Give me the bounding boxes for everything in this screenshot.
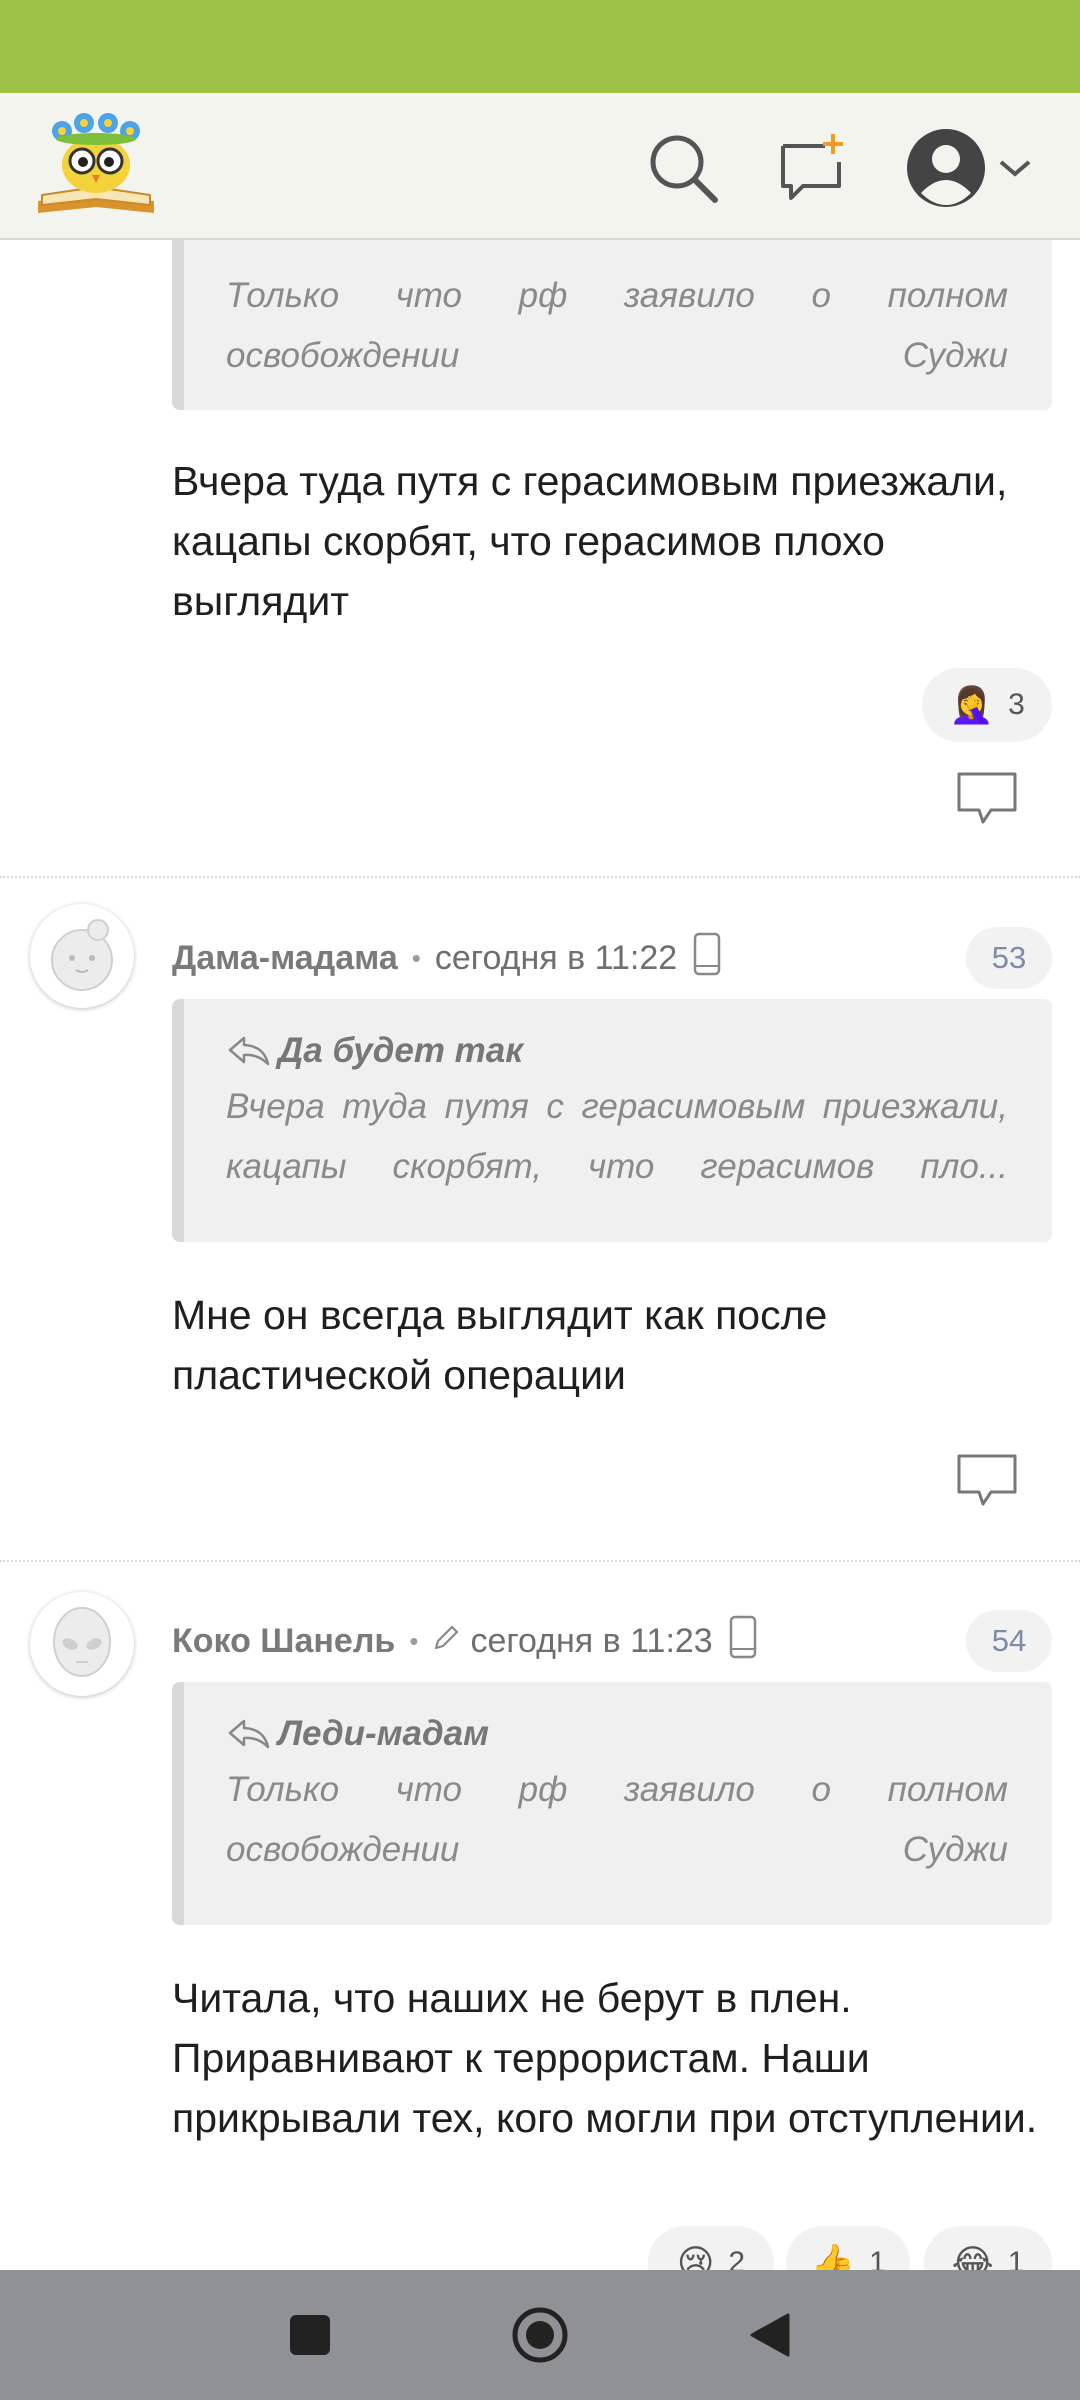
quote-header: Леди-мадам — [226, 1708, 1008, 1760]
quote-author — [226, 240, 1008, 266]
quote-text: Вчера туда путя с герасимовым приезжали,… — [226, 1087, 1008, 1186]
reply-arrow-icon — [228, 1036, 270, 1066]
comment-time: сегодня в 11:23 — [470, 1621, 713, 1660]
reaction-count: 3 — [1008, 688, 1025, 721]
comment-meta: Коко Шанель • сегодня в 11:23 — [172, 1611, 757, 1671]
quoted-comment[interactable]: Леди-мадам Только что рф заявило о полно… — [172, 1682, 1052, 1925]
reaction-count: 1 — [1007, 2246, 1025, 2270]
phone-icon — [729, 1615, 757, 1668]
avatar[interactable] — [30, 904, 134, 1008]
comment-author[interactable]: Дама-мадама — [172, 939, 398, 978]
reaction-count: 2 — [728, 2246, 746, 2270]
pencil-icon — [432, 1622, 460, 1661]
comment-number-badge[interactable]: 53 — [966, 927, 1052, 989]
owl-reading-book-logo-icon — [38, 113, 154, 213]
system-nav-bar — [0, 2270, 1080, 2400]
site-logo[interactable] — [32, 109, 160, 221]
comment-meta: Дама-мадама • сегодня в 11:22 — [172, 928, 721, 988]
status-bar — [0, 0, 1080, 93]
quoted-comment[interactable]: Только что рф заявило о полном освобожде… — [172, 240, 1052, 410]
reply-button[interactable] — [955, 1452, 1019, 1510]
search-button[interactable] — [638, 123, 728, 213]
comment-time: сегодня в 11:22 — [434, 938, 678, 977]
back-button[interactable] — [730, 2295, 810, 2375]
quote-header: Да будет так — [226, 1025, 1008, 1077]
avatar[interactable] — [30, 1592, 134, 1696]
reply-arrow-icon — [228, 1719, 270, 1749]
reply-bubble-icon — [957, 1454, 1017, 1506]
reaction-emoji: 🤦‍♀️ — [949, 684, 995, 725]
home-button[interactable] — [500, 2295, 580, 2375]
triangle-back-icon — [750, 2313, 790, 2357]
reaction-emoji: 😢 — [676, 2242, 715, 2270]
comment-body: Читала, что наших не берут в плен. Прира… — [172, 1975, 1038, 2141]
chevron-down-icon — [999, 160, 1031, 177]
comment-author[interactable]: Коко Шанель — [172, 1622, 395, 1661]
quote-author: Леди-мадам — [278, 1714, 489, 1753]
reaction-facepalm[interactable]: 🤦‍♀️ 3 — [922, 668, 1052, 742]
comment-item: Только что рф заявило о полном освобожде… — [0, 240, 1080, 880]
reply-bubble-icon — [957, 772, 1017, 824]
comments-feed: Только что рф заявило о полном освобожде… — [0, 240, 1080, 2270]
comment-item: Коко Шанель • сегодня в 11:23 54 Леди-ма… — [0, 1564, 1080, 2270]
meta-separator: • — [411, 942, 421, 973]
comment-item: Дама-мадама • сегодня в 11:22 53 Да буде… — [0, 880, 1080, 1560]
quoted-comment[interactable]: Да будет так Вчера туда путя с герасимов… — [172, 999, 1052, 1242]
quote-text: Только что рф заявило о полном освобожде… — [226, 1770, 1008, 1869]
quote-text: Только что рф заявило о полном освобожде… — [226, 276, 1008, 375]
user-avatar-icon — [907, 129, 985, 207]
reaction-emoji: 👍 — [810, 2242, 856, 2270]
reply-button[interactable] — [955, 770, 1019, 828]
comment-divider — [0, 876, 1080, 878]
recent-apps-button[interactable] — [270, 2295, 350, 2375]
search-icon — [650, 135, 718, 203]
circle-home-icon — [512, 2307, 568, 2363]
app-header — [0, 93, 1080, 240]
new-post-icon — [781, 134, 843, 200]
alien-avatar-icon — [53, 1607, 111, 1677]
blank-creature-avatar-icon — [51, 919, 113, 991]
phone-icon — [693, 932, 721, 985]
square-icon — [290, 2315, 330, 2355]
reaction-laugh[interactable]: 😂 1 — [924, 2226, 1052, 2270]
meta-separator: • — [409, 1625, 419, 1656]
comment-body: Мне он всегда выглядит как после пластич… — [172, 1292, 828, 1398]
comment-divider — [0, 1560, 1080, 1562]
new-post-button[interactable] — [768, 123, 858, 213]
reaction-count: 1 — [869, 2246, 886, 2270]
reaction-emoji: 😂 — [951, 2242, 994, 2270]
profile-menu-button[interactable] — [894, 123, 1044, 213]
quote-author: Да будет так — [278, 1031, 523, 1070]
reaction-thumbs-up[interactable]: 👍 1 — [786, 2226, 910, 2270]
reaction-sad[interactable]: 😢 2 — [648, 2226, 774, 2270]
comment-number-badge[interactable]: 54 — [966, 1610, 1052, 1672]
comment-body: Вчера туда путя с герасимовым приезжали,… — [172, 458, 1008, 624]
